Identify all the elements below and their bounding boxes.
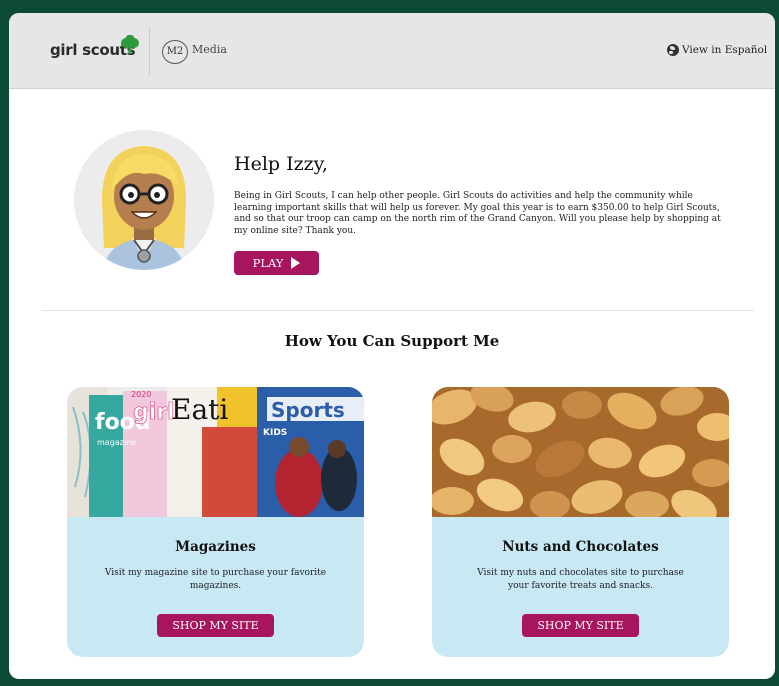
globe-icon[interactable] xyxy=(667,44,679,56)
nuts-image[interactable] xyxy=(432,387,729,517)
avatar xyxy=(74,130,214,270)
shop-magazines-button[interactable]: SHOP MY SITE xyxy=(157,614,274,637)
magazines-title: Magazines xyxy=(175,539,256,555)
cover-text-girl: girl xyxy=(133,400,175,425)
nuts-card: Nuts and Chocolates Visit my nuts and ch… xyxy=(432,387,729,657)
trefoil-icon xyxy=(121,35,139,54)
girl-avatar-icon xyxy=(102,146,186,270)
cover-text-sports: Sports xyxy=(271,398,345,422)
header-divider xyxy=(149,27,150,75)
top-bar: girl scouts M2 Media View in Español xyxy=(9,13,775,89)
m2-logo: M2 xyxy=(162,40,188,64)
play-video-button[interactable]: PLAY xyxy=(234,251,319,275)
greeting-heading: Help Izzy, xyxy=(234,153,328,175)
cover-text-kids: KIDS xyxy=(263,428,287,438)
cover-text-2020: 2020 xyxy=(131,390,151,399)
main-card: girl scouts M2 Media View in Español Hel… xyxy=(9,13,775,679)
nuts-description: Visit my nuts and chocolates site to pur… xyxy=(477,568,684,591)
shop-nuts-button[interactable]: SHOP MY SITE xyxy=(522,614,639,637)
language-link[interactable]: View in Español xyxy=(682,44,767,56)
media-label: Media xyxy=(192,43,227,56)
cover-text-magazine: magazine xyxy=(97,438,136,447)
magazines-card: food magazine girl 2020 Eati Sports KIDS… xyxy=(67,387,364,657)
play-label: PLAY xyxy=(252,256,284,270)
nuts-title: Nuts and Chocolates xyxy=(502,539,659,555)
section-divider xyxy=(42,310,754,311)
personal-message: Being in Girl Scouts, I can help other p… xyxy=(234,191,721,236)
support-heading: How You Can Support Me xyxy=(284,332,500,350)
cover-text-eating: Eati xyxy=(171,393,228,426)
magazine-covers-image[interactable]: food magazine girl 2020 Eati Sports KIDS xyxy=(67,387,364,517)
play-icon xyxy=(291,257,301,269)
magazines-description: Visit my magazine site to purchase your … xyxy=(104,568,327,591)
